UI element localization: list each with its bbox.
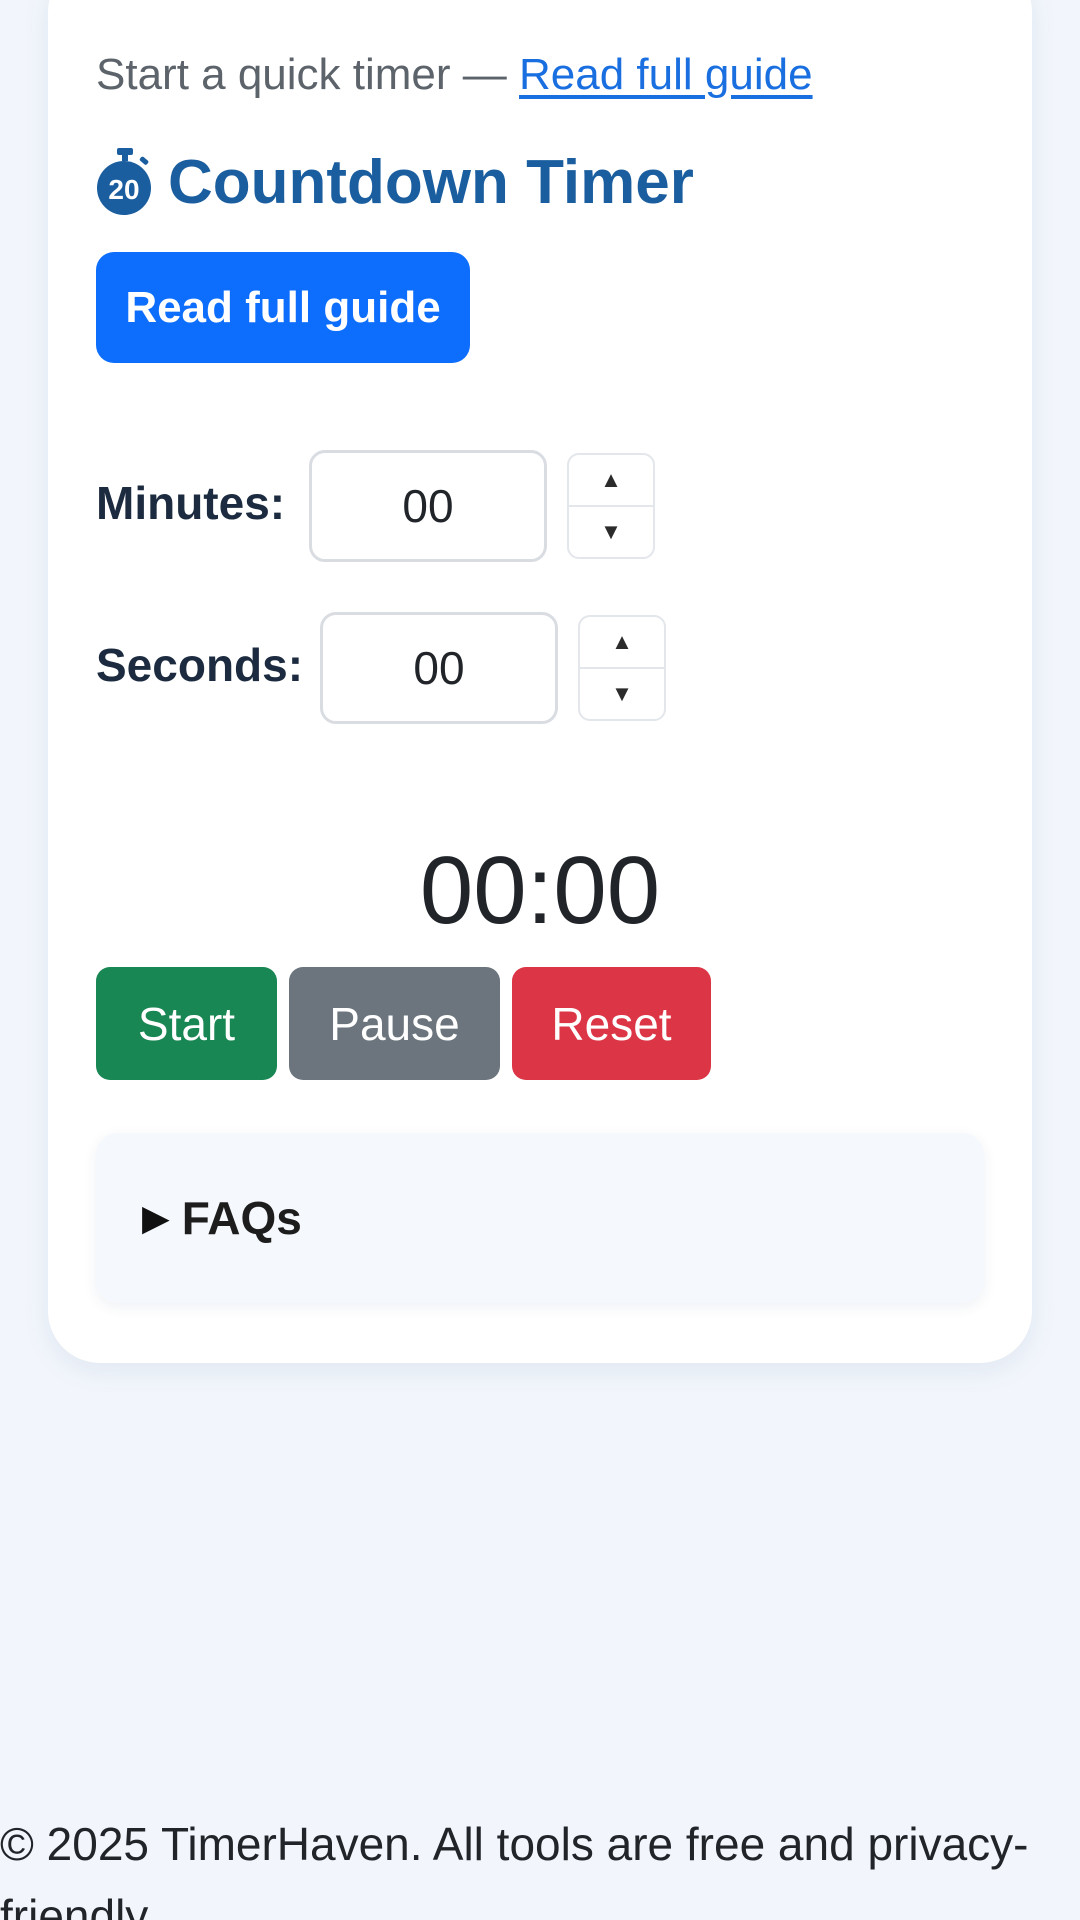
minutes-input[interactable] xyxy=(309,450,547,562)
reset-button[interactable]: Reset xyxy=(512,967,711,1080)
page-title: 20 Countdown Timer xyxy=(96,142,694,222)
stopwatch-icon-number: 20 xyxy=(108,174,139,205)
read-guide-link[interactable]: Read full guide xyxy=(519,50,813,99)
seconds-stepper: ▲ ▼ xyxy=(578,615,666,721)
stopwatch-icon: 20 xyxy=(96,147,154,217)
timer-display: 00:00 xyxy=(419,837,661,944)
pause-button[interactable]: Pause xyxy=(289,967,500,1080)
seconds-label: Seconds: xyxy=(96,639,304,691)
seconds-input[interactable] xyxy=(320,612,558,724)
seconds-decrement-button[interactable]: ▼ xyxy=(580,667,664,719)
expand-triangle-icon: ▶ xyxy=(142,1197,170,1238)
page-title-text: Countdown Timer xyxy=(168,147,694,217)
minutes-increment-button[interactable]: ▲ xyxy=(569,455,653,505)
seconds-increment-button[interactable]: ▲ xyxy=(580,617,664,667)
minutes-decrement-button[interactable]: ▼ xyxy=(569,505,653,557)
minutes-stepper: ▲ ▼ xyxy=(567,453,655,559)
faq-toggle[interactable]: ▶ FAQs xyxy=(96,1133,984,1303)
intro-line: Start a quick timer — Read full guide xyxy=(96,48,813,102)
read-guide-button[interactable]: Read full guide xyxy=(96,252,470,363)
start-button[interactable]: Start xyxy=(96,967,277,1080)
minutes-label: Minutes: xyxy=(96,477,286,529)
intro-text: Start a quick timer — xyxy=(96,50,520,99)
footer-text: © 2025 TimerHaven. All tools are free an… xyxy=(0,1818,1029,1920)
page: Start a quick timer — Read full guide 20… xyxy=(0,0,1080,1920)
faq-label: FAQs xyxy=(181,1192,302,1244)
